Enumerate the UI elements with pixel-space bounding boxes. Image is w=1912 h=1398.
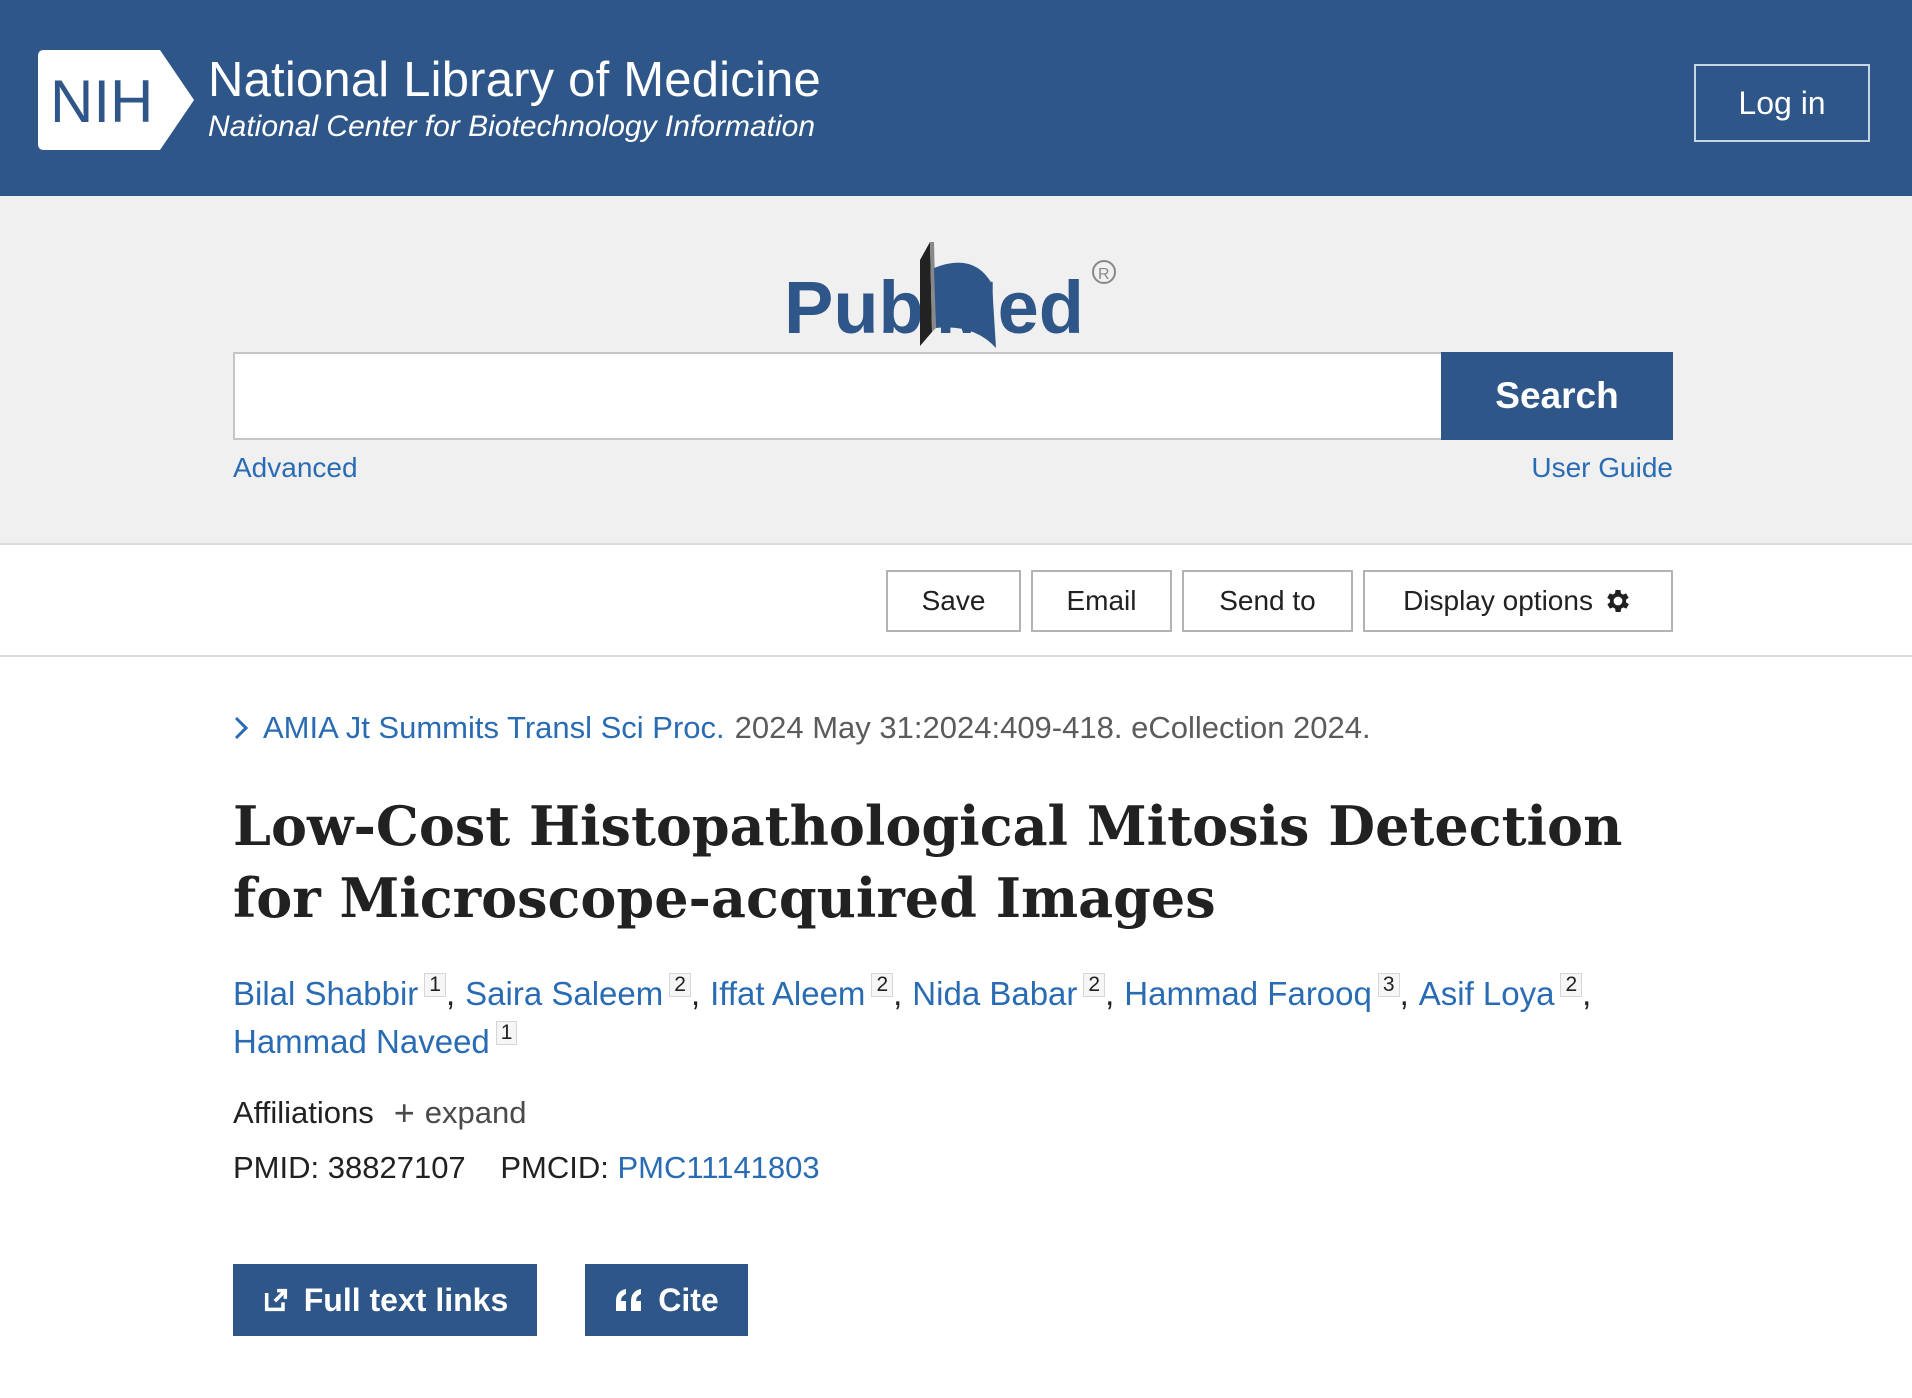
- save-label: Save: [921, 585, 986, 616]
- affiliations-row: Affiliations + expand: [233, 1095, 526, 1131]
- nih-subtitle: National Center for Biotechnology Inform…: [208, 110, 816, 143]
- cite-label: Cite: [658, 1281, 719, 1318]
- nih-title[interactable]: National Library of Medicine: [208, 52, 821, 108]
- affiliation-ref[interactable]: 2: [871, 973, 894, 997]
- article-title: Low-Cost Histopathological Mitosis Detec…: [233, 794, 1623, 930]
- affiliation-ref[interactable]: 1: [495, 1021, 518, 1045]
- svg-text:R: R: [1098, 266, 1110, 283]
- author-link[interactable]: Hammad Naveed: [233, 1023, 490, 1060]
- search-button[interactable]: Search: [1441, 352, 1673, 440]
- external-link-icon: [264, 1288, 287, 1312]
- author-link[interactable]: Iffat Aleem: [710, 975, 865, 1012]
- author-link[interactable]: Bilal Shabbir: [233, 975, 418, 1012]
- affiliation-ref[interactable]: 2: [669, 973, 691, 997]
- plus-icon: +: [393, 1092, 415, 1133]
- pmid-label: PMID:: [233, 1150, 320, 1185]
- affiliations-label: Affiliations: [233, 1095, 374, 1130]
- email-button[interactable]: Email: [1031, 570, 1172, 632]
- nih-logo-icon: NIH: [38, 50, 194, 150]
- full-text-links-label: Full text links: [303, 1281, 509, 1318]
- gear-icon: [1607, 590, 1629, 612]
- affiliation-ref[interactable]: 3: [1377, 973, 1400, 997]
- journal-link[interactable]: AMIA Jt Summits Transl Sci Proc.: [263, 710, 725, 746]
- pubmed-logo-icon: Pub Med R: [784, 242, 1116, 349]
- svg-text:Pub: Pub: [784, 266, 924, 349]
- chevron-right-icon[interactable]: [233, 715, 249, 741]
- pubmed-logo[interactable]: Pub Med R: [784, 228, 1124, 363]
- author-link[interactable]: Nida Babar: [912, 975, 1077, 1012]
- affiliation-ref[interactable]: 1: [424, 973, 446, 997]
- affiliation-ref[interactable]: 2: [1083, 973, 1106, 997]
- email-label: Email: [1066, 585, 1137, 616]
- article-identifiers: PMID: 38827107 PMCID: PMC11141803: [233, 1150, 820, 1186]
- search-input[interactable]: [233, 352, 1443, 440]
- advanced-search-link[interactable]: Advanced: [233, 452, 358, 484]
- display-options-button[interactable]: Display options: [1363, 570, 1673, 632]
- display-options-label: Display options: [1403, 585, 1593, 616]
- author-list: Bilal Shabbir 1, Saira Saleem 2, Iffat Aleem…: [233, 973, 1592, 1060]
- author-link[interactable]: Hammad Farooq: [1124, 975, 1372, 1012]
- pmid-value: 38827107: [327, 1150, 466, 1185]
- expand-label: expand: [424, 1095, 527, 1130]
- full-text-links-button[interactable]: Full text links: [233, 1264, 537, 1336]
- pmcid-link[interactable]: PMC11141803: [617, 1150, 819, 1185]
- svg-text:NIH: NIH: [50, 68, 153, 135]
- pmcid-label: PMCID:: [500, 1150, 609, 1185]
- action-bar: Save Email Send to Display options: [0, 545, 1912, 657]
- send-to-button[interactable]: Send to: [1182, 570, 1353, 632]
- login-button[interactable]: Log in: [1694, 64, 1870, 142]
- cite-button[interactable]: Cite: [585, 1264, 748, 1336]
- send-to-label: Send to: [1219, 585, 1316, 616]
- nih-logo[interactable]: NIH: [38, 50, 198, 150]
- author-link[interactable]: Asif Loya: [1419, 975, 1555, 1012]
- user-guide-link[interactable]: User Guide: [1528, 452, 1673, 484]
- citation-details: 2024 May 31:2024:409-418. eCollection 20…: [734, 710, 1371, 745]
- nih-header: NIH National Library of Medicine Nationa…: [0, 0, 1912, 196]
- svg-text:Med: Med: [936, 266, 1084, 349]
- author-link[interactable]: Saira Saleem: [465, 975, 663, 1012]
- expand-affiliations-button[interactable]: + expand: [394, 1095, 527, 1131]
- journal-citation: AMIA Jt Summits Transl Sci Proc. 2024 Ma…: [233, 710, 1371, 746]
- affiliation-ref[interactable]: 2: [1560, 973, 1583, 997]
- save-button[interactable]: Save: [886, 570, 1021, 632]
- quote-icon: [616, 1289, 642, 1311]
